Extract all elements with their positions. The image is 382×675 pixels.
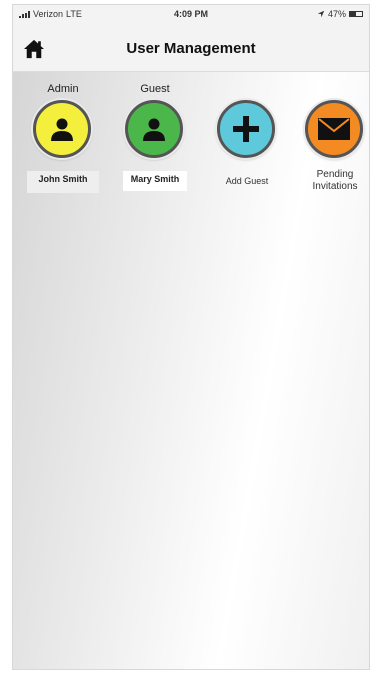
user-name: Mary Smith xyxy=(123,171,187,191)
pending-invitations-button[interactable] xyxy=(305,100,363,158)
user-tiles-row: Admin John Smith Guest Mary Smith Add Gu… xyxy=(13,83,369,203)
user-avatar[interactable] xyxy=(125,100,183,158)
plus-icon xyxy=(233,116,259,142)
person-icon xyxy=(51,118,73,141)
nav-bar: User Management xyxy=(13,27,369,71)
header-area: Verizon LTE 4:09 PM 47% User Management xyxy=(13,5,369,72)
status-right: 47% xyxy=(317,9,363,19)
add-guest-tile[interactable]: Add Guest xyxy=(207,83,287,186)
user-name: John Smith xyxy=(27,171,99,193)
status-time: 4:09 PM xyxy=(173,9,208,19)
phone-screen: Verizon LTE 4:09 PM 47% User Management … xyxy=(12,4,370,670)
battery-icon xyxy=(349,11,363,17)
user-tile-john-smith[interactable]: Admin John Smith xyxy=(23,83,103,193)
location-arrow-icon xyxy=(317,10,325,18)
status-bar: Verizon LTE 4:09 PM 47% xyxy=(13,5,369,25)
battery-level xyxy=(350,12,356,16)
pending-invitations-label: Pending Invitations xyxy=(312,169,358,192)
role-label: Admin xyxy=(47,83,79,95)
battery-percent: 47% xyxy=(327,9,346,19)
add-guest-button[interactable] xyxy=(217,100,275,158)
page-title: User Management xyxy=(126,40,256,57)
person-icon xyxy=(143,118,165,141)
role-label: Guest xyxy=(140,83,170,95)
user-avatar[interactable] xyxy=(33,100,91,158)
envelope-icon xyxy=(318,118,350,140)
add-guest-label: Add Guest xyxy=(225,176,269,186)
user-tile-mary-smith[interactable]: Guest Mary Smith xyxy=(115,83,195,191)
pending-invitations-tile[interactable]: Pending Invitations xyxy=(295,83,369,192)
